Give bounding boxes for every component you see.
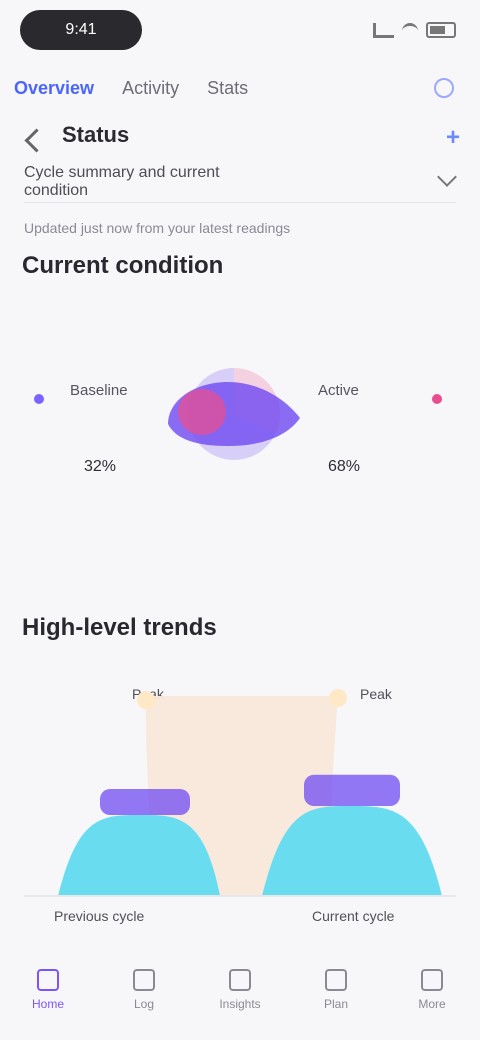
nav-insights[interactable]: Insights bbox=[215, 961, 265, 1019]
trend-section-title: High-level trends bbox=[22, 614, 217, 641]
status-bar: 9:41 bbox=[0, 0, 480, 64]
battery-icon bbox=[426, 22, 456, 38]
tab-overview[interactable]: Overview bbox=[0, 78, 108, 99]
current-section-title: Current condition bbox=[22, 252, 224, 279]
nav-plan[interactable]: Plan bbox=[311, 961, 361, 1019]
home-icon bbox=[37, 969, 59, 991]
left-peak-dot bbox=[137, 691, 155, 709]
tab-stats[interactable]: Stats bbox=[193, 78, 262, 99]
more-icon bbox=[421, 969, 443, 991]
header-subtitle: Cycle summary and current condition bbox=[24, 164, 220, 199]
settings-icon[interactable] bbox=[434, 78, 454, 98]
current-chart-svg bbox=[168, 368, 300, 460]
header-info: Updated just now from your latest readin… bbox=[24, 220, 291, 236]
nav-home-label: Home bbox=[31, 997, 64, 1011]
chevron-down-icon[interactable] bbox=[437, 167, 457, 187]
page-header: Status + Cycle summary and current condi… bbox=[0, 112, 480, 236]
status-icons bbox=[346, 18, 456, 42]
nav-more[interactable]: More bbox=[407, 961, 457, 1019]
plan-icon bbox=[325, 969, 347, 991]
wifi-icon bbox=[402, 22, 418, 38]
pink-overlay bbox=[178, 389, 226, 435]
current-chart: Baseline Active 32% 68% bbox=[0, 300, 480, 520]
tab-activity[interactable]: Activity bbox=[108, 78, 193, 99]
trend-chart: Peak Peak Previous cycle Current cycle bbox=[0, 660, 480, 940]
nav-more-label: More bbox=[418, 997, 446, 1011]
signal-icon bbox=[373, 22, 394, 38]
right-peak-dot bbox=[329, 689, 347, 707]
insights-icon bbox=[229, 969, 251, 991]
nav-plan-label: Plan bbox=[323, 997, 349, 1011]
nav-insights-label: Insights bbox=[219, 997, 261, 1011]
page-title: Status bbox=[62, 122, 130, 147]
right-purple-band bbox=[304, 774, 400, 806]
back-icon[interactable] bbox=[24, 128, 49, 153]
nav-log[interactable]: Log bbox=[119, 961, 169, 1019]
left-purple-band bbox=[100, 789, 190, 815]
header-divider bbox=[24, 202, 456, 203]
bottom-nav: Home Log Insights Plan More bbox=[0, 940, 480, 1040]
nav-home[interactable]: Home bbox=[23, 961, 73, 1019]
log-icon bbox=[133, 969, 155, 991]
nav-log-label: Log bbox=[133, 997, 155, 1011]
plus-icon[interactable]: + bbox=[446, 124, 460, 152]
top-tabs: Overview Activity Stats bbox=[0, 66, 480, 110]
time-pill: 9:41 bbox=[20, 10, 142, 50]
trend-chart-svg bbox=[24, 689, 456, 897]
